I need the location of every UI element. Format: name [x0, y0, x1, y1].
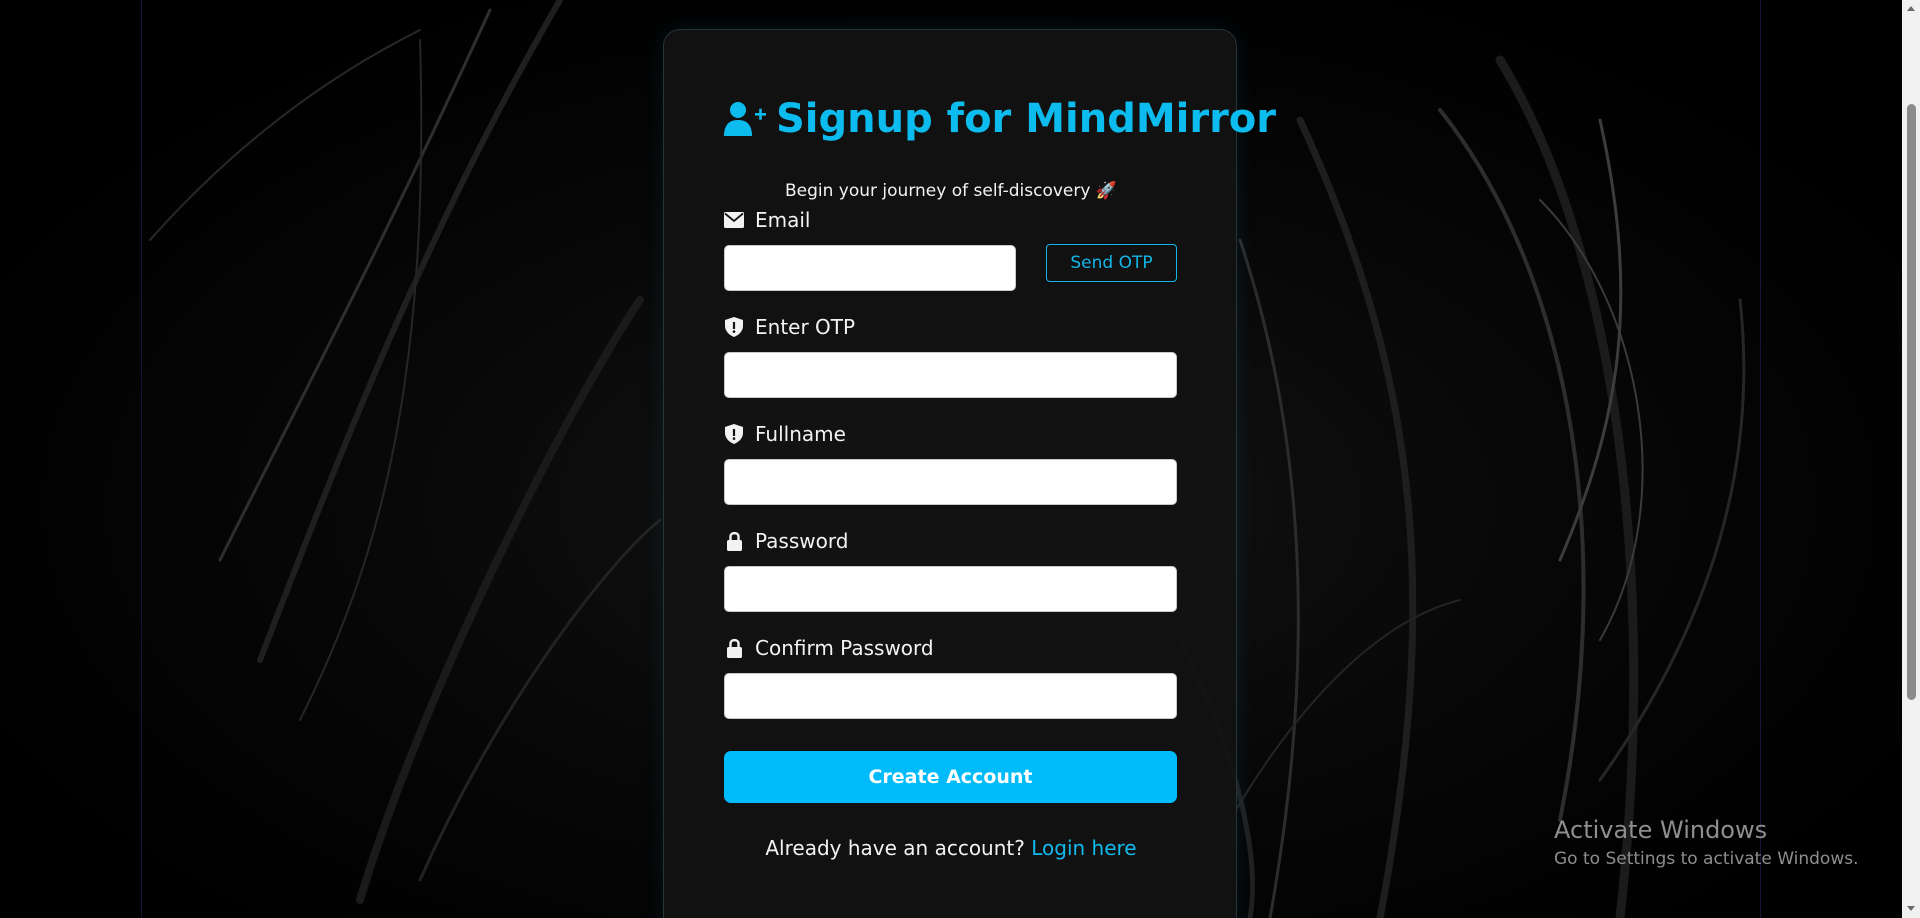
otp-label: Enter OTP — [724, 315, 855, 339]
scroll-up-arrow-icon[interactable] — [1907, 6, 1915, 11]
lock-icon — [724, 531, 744, 551]
login-prompt-text: Already have an account? — [765, 836, 1025, 860]
email-label: Email — [724, 208, 811, 232]
send-otp-button[interactable]: Send OTP — [1046, 244, 1177, 282]
otp-field[interactable] — [724, 352, 1177, 398]
shield-icon — [724, 317, 744, 337]
title-text: Signup for MindMirror — [776, 96, 1276, 142]
page-title: Signup for MindMirror — [724, 94, 1276, 144]
right-edge-line — [1760, 0, 1761, 918]
confirm-password-label-text: Confirm Password — [755, 636, 934, 660]
signup-card: Signup for MindMirror Begin your journey… — [663, 29, 1276, 918]
login-link[interactable]: Login here — [1031, 836, 1136, 860]
subtitle: Begin your journey of self-discovery 🚀 — [784, 181, 1117, 201]
confirm-password-field[interactable] — [724, 673, 1177, 719]
left-edge-line — [141, 0, 142, 918]
page: Signup for MindMirror Begin your journey… — [0, 0, 1920, 918]
scroll-thumb[interactable] — [1907, 104, 1916, 700]
envelope-icon — [724, 210, 744, 230]
scroll-down-arrow-icon[interactable] — [1907, 906, 1915, 911]
email-label-text: Email — [755, 208, 811, 232]
lock-icon — [724, 638, 744, 658]
login-prompt-row: Already have an account? Login here — [664, 836, 1238, 860]
email-field[interactable] — [724, 245, 1016, 291]
password-label-text: Password — [755, 529, 849, 553]
otp-label-text: Enter OTP — [755, 315, 856, 339]
watermark-subtitle: Go to Settings to activate Windows. — [1554, 849, 1859, 869]
password-label: Password — [724, 529, 848, 553]
windows-activation-watermark: Activate Windows Go to Settings to activ… — [1554, 816, 1859, 871]
fullname-label-text: Fullname — [755, 422, 846, 446]
create-account-button[interactable]: Create Account — [724, 751, 1177, 803]
user-plus-icon — [724, 102, 766, 136]
vertical-scrollbar[interactable] — [1902, 0, 1920, 918]
password-field[interactable] — [724, 566, 1177, 612]
shield-icon — [724, 424, 744, 444]
fullname-field[interactable] — [724, 459, 1177, 505]
fullname-label: Fullname — [724, 422, 846, 446]
confirm-password-label: Confirm Password — [724, 636, 934, 660]
watermark-title: Activate Windows — [1554, 816, 1768, 844]
